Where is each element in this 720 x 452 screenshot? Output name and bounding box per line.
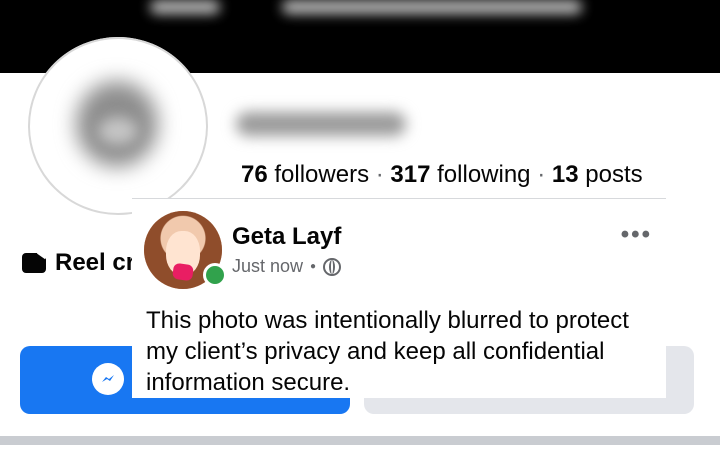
- blurred-avatar-shape: [98, 117, 138, 145]
- more-options-icon[interactable]: •••: [621, 223, 652, 247]
- globe-icon: [323, 257, 342, 276]
- post-card: Geta Layf Just now ● ••• This photo was …: [132, 198, 666, 398]
- reel-label: Reel cr: [55, 249, 136, 276]
- post-timestamp[interactable]: Just now: [232, 256, 303, 277]
- reel-icon: [22, 253, 46, 273]
- profile-stats: 76 followers · 317 following · 13 posts: [241, 162, 643, 188]
- post-meta: Just now ●: [232, 256, 342, 277]
- stats-separator: ·: [537, 161, 546, 188]
- post-text: This photo was intentionally blurred to …: [146, 307, 629, 396]
- followers-label[interactable]: followers: [274, 161, 369, 188]
- reel-creator-row[interactable]: Reel cr: [22, 249, 135, 277]
- section-divider: [0, 436, 720, 445]
- avatar-bow: [171, 262, 195, 282]
- blurred-profile-name: [236, 112, 406, 136]
- following-count[interactable]: 317: [390, 161, 430, 188]
- followers-count[interactable]: 76: [241, 161, 268, 188]
- profile-picture[interactable]: [28, 37, 208, 215]
- online-status-indicator: [203, 263, 227, 287]
- posts-label[interactable]: posts: [585, 161, 642, 188]
- messenger-icon: [92, 363, 124, 395]
- posts-count[interactable]: 13: [552, 161, 579, 188]
- stats-separator: ·: [375, 161, 384, 188]
- following-label[interactable]: following: [437, 161, 530, 188]
- blurred-text: [282, 0, 582, 14]
- author-name[interactable]: Geta Layf: [232, 223, 341, 251]
- blurred-text: [150, 0, 220, 14]
- meta-separator: ●: [310, 261, 317, 272]
